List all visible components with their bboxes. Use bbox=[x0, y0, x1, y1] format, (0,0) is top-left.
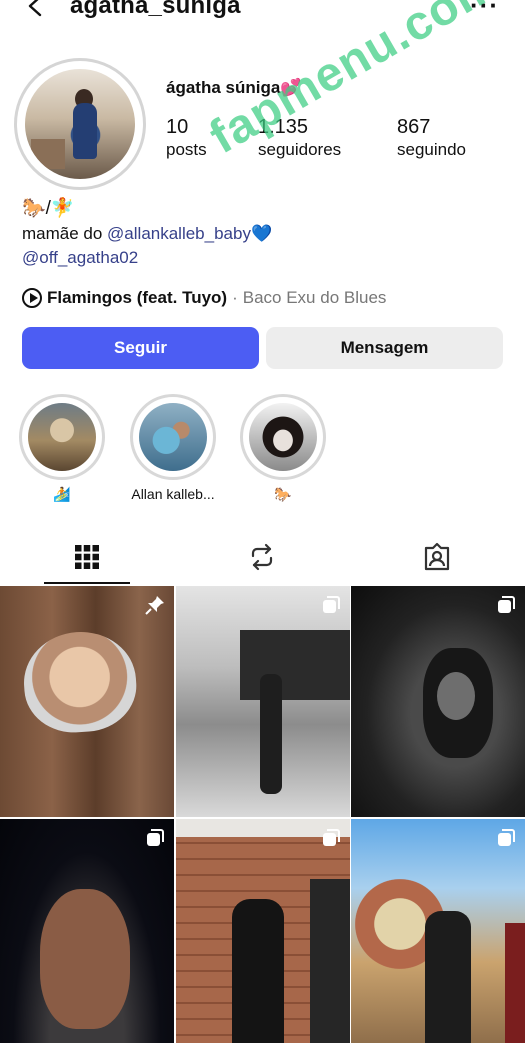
highlight-label: 🏄 bbox=[53, 486, 71, 502]
bio-prefix: mamãe do bbox=[22, 224, 108, 243]
avatar-image bbox=[25, 69, 135, 179]
post-thumbnail[interactable] bbox=[351, 586, 525, 817]
song-title: Flamingos (feat. Tuyo) bbox=[47, 288, 228, 307]
grid-icon bbox=[75, 545, 99, 569]
tab-reposts[interactable] bbox=[219, 530, 305, 584]
carousel-icon bbox=[498, 596, 515, 613]
posts-grid bbox=[0, 586, 525, 1043]
tab-tagged[interactable] bbox=[394, 530, 480, 584]
post-thumbnail[interactable] bbox=[0, 586, 174, 817]
follow-button[interactable]: Seguir bbox=[22, 327, 259, 369]
profile-music[interactable]: Flamingos (feat. Tuyo) · Baco Exu do Blu… bbox=[22, 288, 386, 308]
posts-count: 10 posts bbox=[166, 116, 207, 162]
pin-icon bbox=[145, 596, 164, 615]
highlight-cover bbox=[139, 403, 207, 471]
bio-mention-link[interactable]: @allankalleb_baby bbox=[107, 224, 251, 243]
profile-avatar[interactable] bbox=[14, 58, 146, 190]
back-arrow-icon[interactable] bbox=[22, 0, 50, 22]
post-thumbnail[interactable] bbox=[351, 819, 525, 1043]
following-value: 867 bbox=[397, 116, 431, 138]
post-thumbnail[interactable] bbox=[176, 586, 350, 817]
story-highlight[interactable]: Allan kalleb... bbox=[130, 394, 216, 502]
tagged-person-icon bbox=[424, 542, 450, 571]
profile-username: agatha_suniga bbox=[70, 0, 241, 19]
bio-emoji: 🐎/🧚 bbox=[22, 198, 75, 219]
song-artist: Baco Exu do Blues bbox=[242, 288, 387, 307]
repost-icon bbox=[251, 543, 273, 571]
carousel-icon bbox=[323, 596, 340, 613]
post-thumbnail[interactable] bbox=[0, 819, 174, 1043]
active-tab-indicator bbox=[44, 582, 130, 584]
following-count[interactable]: 867 seguindo bbox=[397, 116, 466, 162]
bio-secondary-account-link[interactable]: @off_agatha02 bbox=[22, 248, 138, 268]
highlight-ring bbox=[19, 394, 105, 480]
bio-text: mamãe do @allankalleb_baby💙 bbox=[22, 224, 272, 244]
play-icon bbox=[22, 288, 42, 308]
highlight-label: 🐎 bbox=[274, 486, 292, 502]
highlight-ring bbox=[240, 394, 326, 480]
post-thumbnail[interactable] bbox=[176, 819, 350, 1043]
carousel-icon bbox=[498, 829, 515, 846]
followers-label: seguidores bbox=[258, 140, 342, 159]
carousel-icon bbox=[147, 829, 164, 846]
message-button[interactable]: Mensagem bbox=[266, 327, 503, 369]
highlight-cover bbox=[28, 403, 96, 471]
story-highlight[interactable]: 🐎 bbox=[240, 394, 326, 503]
bio-heart: 💙 bbox=[250, 224, 273, 243]
story-highlight[interactable]: 🏄 bbox=[19, 394, 105, 503]
posts-label: posts bbox=[166, 140, 207, 159]
song-separator: · bbox=[232, 288, 238, 307]
highlight-label: Allan kalleb... bbox=[131, 486, 215, 502]
tab-posts-grid[interactable] bbox=[44, 530, 130, 584]
highlight-cover bbox=[249, 403, 317, 471]
carousel-icon bbox=[323, 829, 340, 846]
profile-tabs bbox=[0, 530, 525, 584]
highlight-ring bbox=[130, 394, 216, 480]
following-label: seguindo bbox=[397, 140, 467, 159]
posts-value: 10 bbox=[166, 116, 189, 138]
